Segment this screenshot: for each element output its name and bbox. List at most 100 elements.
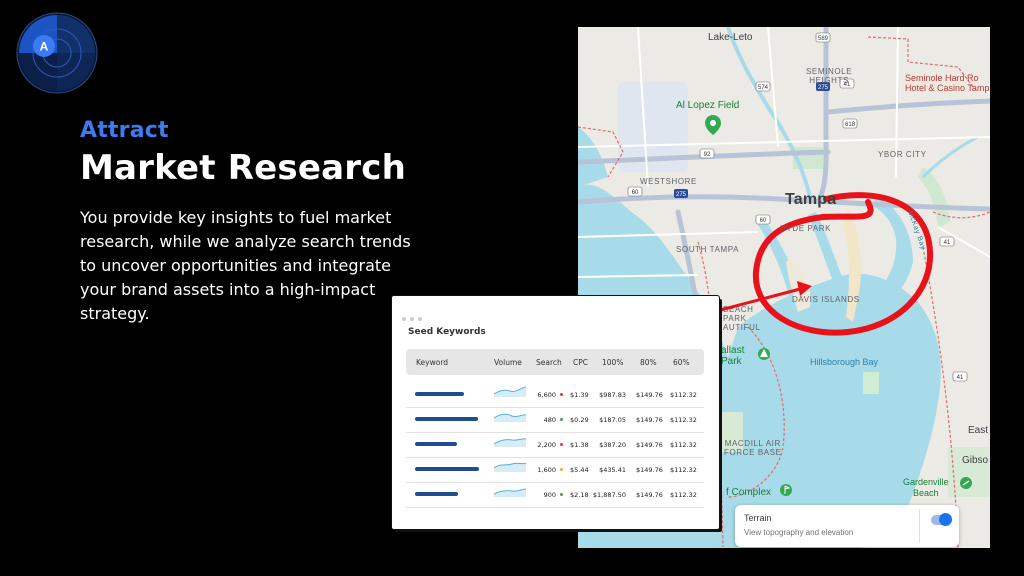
column-header-100[interactable]: 100% (602, 358, 623, 367)
value-60: $112.32 (670, 466, 697, 474)
logo-icon: A (16, 12, 98, 94)
map-label-al-lopez: Al Lopez Field (676, 100, 740, 111)
brand-logo: A (16, 12, 98, 94)
value-80: $149.76 (636, 416, 663, 424)
section-description: You provide key insights to fuel market … (80, 208, 411, 323)
map-pin-icon[interactable] (705, 115, 721, 135)
svg-text:60: 60 (632, 190, 639, 196)
toggle-knob[interactable] (939, 513, 952, 526)
map-label-ballast-park: allast Park (721, 345, 745, 367)
svg-text:618: 618 (845, 122, 856, 128)
section-subtitle: Attract (80, 118, 169, 143)
card-title: Seed Keywords (408, 327, 486, 337)
value-80: $149.76 (636, 441, 663, 449)
status-dot (560, 418, 563, 421)
status-dot (560, 393, 563, 396)
search-volume: 1,600 (537, 466, 556, 474)
svg-text:589: 589 (818, 36, 829, 42)
value-100: $387.20 (599, 441, 626, 449)
table-row[interactable]: 2,200 $1.38 $387.20 $149.76 $112.32 (406, 432, 704, 458)
terrain-divider (919, 509, 920, 543)
seed-keywords-card: Seed Keywords Keyword Volume Search CPC … (392, 296, 719, 529)
map-label-seminole-heights: SEMINOLE HEIGHTS (806, 67, 853, 85)
volume-sparkline (494, 413, 527, 422)
terrain-label: Terrain (744, 513, 772, 523)
svg-text:574: 574 (758, 85, 769, 91)
value-80: $149.76 (636, 466, 663, 474)
route-shield: 60 (755, 214, 771, 225)
table-row[interactable]: 1,600 $5.44 $435.41 $149.76 $112.32 (406, 457, 704, 483)
map-label-gibso: Gibso (962, 455, 989, 466)
map-label-tampa: Tampa (785, 191, 837, 208)
svg-text:41: 41 (944, 240, 951, 246)
table-header: Keyword Volume Search CPC 100% 80% 60% (406, 349, 704, 375)
map-label-gardenville: Gardenville Beach (903, 477, 949, 498)
route-shield: 41 (952, 371, 968, 382)
logo-letter: A (40, 40, 49, 54)
map-label-westshore: WESTSHORE (640, 177, 697, 186)
value-60: $112.32 (670, 391, 697, 399)
route-shield: 275 (674, 189, 688, 198)
route-shield: 589 (815, 32, 831, 43)
search-volume: 2,200 (537, 441, 556, 449)
value-60: $112.32 (670, 491, 697, 499)
beach-pin-icon[interactable] (960, 477, 972, 489)
column-header-volume[interactable]: Volume (494, 358, 522, 367)
value-100: $187.05 (599, 416, 626, 424)
map-label-beach-park: BEACH PARK AUTIFUL (723, 305, 761, 332)
map-label-lake-leto: Lake-Leto (708, 32, 753, 43)
volume-sparkline (494, 488, 527, 497)
column-header-keyword[interactable]: Keyword (416, 358, 448, 367)
map-label-east: East (968, 425, 989, 436)
table-row[interactable]: 480 $0.29 $187.05 $149.76 $112.32 (406, 407, 704, 433)
svg-text:41: 41 (957, 375, 964, 381)
keyword-bar (415, 442, 457, 446)
cpc-value: $0.29 (570, 416, 589, 424)
value-80: $149.76 (636, 391, 663, 399)
svg-text:60: 60 (760, 218, 767, 224)
svg-text:92: 92 (704, 152, 711, 158)
cpc-value: $1.38 (570, 441, 589, 449)
park-pin-icon[interactable] (758, 348, 770, 360)
search-volume: 6,600 (537, 391, 556, 399)
cpc-value: $1.39 (570, 391, 589, 399)
page-title: Market Research (80, 148, 406, 188)
terrain-layer-control[interactable]: Terrain View topography and elevation (735, 505, 959, 547)
keyword-bar (415, 417, 478, 421)
value-100: $1,887.50 (592, 491, 626, 499)
column-header-80[interactable]: 80% (640, 358, 657, 367)
map-label-davis-islands: DAVIS ISLANDS (792, 295, 860, 304)
terrain-description: View topography and elevation (744, 528, 854, 537)
value-100: $435.41 (599, 466, 626, 474)
window-dots (402, 306, 426, 325)
cpc-value: $5.44 (570, 466, 589, 474)
status-dot (560, 493, 563, 496)
value-60: $112.32 (670, 416, 697, 424)
svg-text:275: 275 (676, 192, 687, 198)
keyword-bar (415, 492, 459, 496)
map-label-hillsborough-bay: Hillsborough Bay (810, 357, 879, 367)
value-80: $149.76 (636, 491, 663, 499)
map-label-ybor-city: YBOR CITY (878, 150, 927, 159)
column-header-cpc[interactable]: CPC (573, 358, 588, 367)
route-shield: 618 (842, 118, 858, 129)
table-row[interactable]: 900 $2.18 $1,887.50 $149.76 $112.32 (406, 482, 704, 508)
value-60: $112.32 (670, 441, 697, 449)
search-volume: 900 (543, 491, 556, 499)
volume-sparkline (494, 386, 527, 397)
cpc-value: $2.18 (570, 491, 589, 499)
svg-text:275: 275 (818, 85, 829, 91)
keyword-bar (415, 467, 480, 471)
terrain-toggle[interactable] (931, 513, 952, 526)
table-row[interactable]: 6,600 $1.39 $987.83 $149.76 $112.32 (406, 382, 704, 408)
route-shield: 574 (755, 81, 771, 92)
column-header-search[interactable]: Search (536, 358, 562, 367)
map-label-complex: f Complex (726, 487, 772, 498)
value-100: $987.83 (599, 391, 626, 399)
golf-pin-icon[interactable] (780, 484, 792, 496)
map-label-macdill: MACDILL AIR FORCE BASE (724, 439, 782, 457)
column-header-60[interactable]: 60% (673, 358, 690, 367)
status-dot (560, 443, 563, 446)
route-shield: 60 (627, 186, 643, 197)
volume-sparkline (494, 462, 527, 472)
